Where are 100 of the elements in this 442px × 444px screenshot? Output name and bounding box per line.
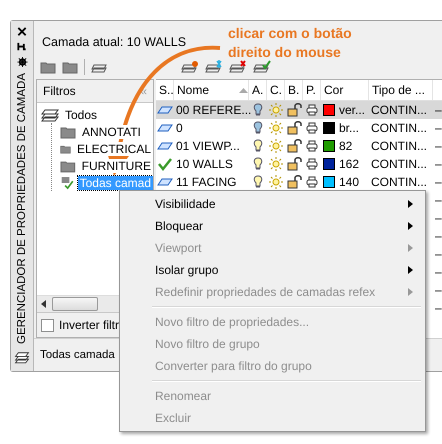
color-name: 140 (339, 175, 360, 189)
column-header[interactable]: Cor (321, 80, 369, 100)
delete-layer-icon[interactable] (229, 59, 247, 75)
layer-row[interactable]: 00 REFERE... ver... CONTIN... – (156, 101, 442, 119)
scroll-left-icon[interactable] (41, 300, 46, 308)
printer-icon[interactable] (306, 140, 318, 152)
sun-icon[interactable] (269, 157, 283, 171)
layer-row[interactable]: 11 FACING 140 CONTIN... – (156, 173, 442, 191)
printer-icon[interactable] (306, 104, 318, 116)
table-cell-text: – (434, 211, 442, 225)
annotation-text: clicar com o botão direito do mouse (228, 24, 353, 62)
linetype: CONTIN... (370, 139, 428, 153)
menu-item[interactable]: Bloquear (122, 215, 423, 237)
table-cell-text: – (434, 121, 442, 135)
sort-arrow-icon (239, 88, 248, 92)
unlocked-padlock-icon[interactable] (286, 139, 302, 153)
set-current-icon[interactable] (253, 59, 271, 75)
submenu-arrow-icon (408, 222, 413, 230)
linetype: CONTIN... (370, 121, 428, 135)
color-name: ver... (339, 103, 366, 117)
linetype: CONTIN... (370, 175, 428, 189)
color-swatch[interactable] (323, 176, 335, 188)
layer-name: 01 VIEWP... (175, 139, 241, 153)
sun-icon[interactable] (269, 103, 283, 117)
color-swatch[interactable] (323, 104, 335, 116)
menu-item[interactable]: Visibilidade (122, 193, 423, 215)
check-icon (157, 156, 173, 172)
linetype: CONTIN... (370, 157, 428, 171)
unlocked-padlock-icon[interactable] (286, 157, 302, 171)
new-filter-icon[interactable] (40, 60, 56, 74)
unlocked-padlock-icon[interactable] (286, 175, 302, 189)
bulb-icon[interactable] (253, 175, 263, 189)
folder-icon (60, 124, 76, 138)
close-icon[interactable] (17, 27, 27, 36)
unlocked-padlock-icon[interactable] (286, 121, 302, 135)
submenu-arrow-icon (408, 200, 413, 208)
printer-icon[interactable] (306, 158, 318, 170)
table-cell-text: – (434, 247, 442, 261)
table-cell-text: – (434, 139, 442, 153)
column-header[interactable]: Nome (174, 80, 249, 100)
layer-name: 00 REFERE... (175, 103, 249, 117)
layers-icon (14, 350, 30, 365)
color-name: br... (339, 121, 360, 135)
freeze-layer-icon[interactable] (205, 59, 223, 75)
tree-item[interactable]: ELECTRICAL (74, 142, 153, 156)
bulb-icon[interactable] (253, 103, 263, 117)
table-cell-text: – (434, 157, 442, 171)
menu-item[interactable]: Isolar grupo (122, 259, 423, 281)
sun-icon[interactable] (269, 175, 283, 189)
sun-icon[interactable] (269, 139, 283, 153)
layer-name: 11 FACING (175, 175, 238, 189)
bulb-icon[interactable] (253, 121, 263, 135)
settings-icon[interactable] (16, 57, 28, 68)
pin-icon[interactable] (17, 42, 27, 52)
layer-row[interactable]: 0 br... CONTIN... – (156, 119, 442, 137)
printer-icon[interactable] (306, 176, 318, 188)
color-name: 162 (339, 157, 360, 171)
submenu-arrow-icon (408, 266, 413, 274)
checkbox-label: Inverter filtr (59, 318, 120, 332)
color-swatch[interactable] (323, 140, 335, 152)
panel-title: GERENCIADOR DE PROPRIEDADES DE CAMADA (16, 73, 28, 344)
column-header[interactable]: C. (267, 80, 285, 100)
table-cell-text: – (434, 193, 442, 207)
column-header[interactable]: S.. (156, 80, 174, 100)
column-header[interactable]: A. (249, 80, 267, 100)
layer-row[interactable]: 01 VIEWP... 82 CONTIN... – (156, 137, 442, 155)
column-header[interactable]: Tipo de ... (369, 80, 433, 100)
column-header[interactable]: B. (285, 80, 303, 100)
folder-icon (60, 158, 76, 172)
unlocked-padlock-icon[interactable] (286, 103, 302, 117)
color-name: 82 (339, 139, 352, 153)
table-cell-text: – (434, 229, 442, 243)
new-layer-icon[interactable] (181, 59, 199, 75)
table-cell-text: – (434, 103, 442, 117)
current-layer-label: Camada atual: 10 WALLS (42, 35, 186, 51)
tree-item[interactable]: Todos (63, 108, 100, 122)
group-filter-icon[interactable] (62, 60, 78, 74)
tree-item[interactable]: FURNITURE (80, 158, 153, 172)
tree-item[interactable]: ANNOTATI (80, 124, 143, 138)
layer-row[interactable]: 10 WALLS 162 CONTIN... – (156, 155, 442, 173)
bulb-icon[interactable] (253, 139, 263, 153)
filter-check-icon (60, 174, 74, 190)
bulb-icon[interactable] (253, 157, 263, 171)
sun-icon[interactable] (269, 121, 283, 135)
submenu-arrow-icon (408, 288, 413, 296)
table-cell-text: – (434, 175, 442, 189)
layer-name: 10 WALLS (175, 157, 234, 171)
color-swatch[interactable] (323, 122, 335, 134)
layers-icon (41, 106, 59, 122)
linetype: CONTIN... (370, 103, 428, 117)
layer-name: 0 (175, 121, 184, 135)
printer-icon[interactable] (306, 122, 318, 134)
filters-header: Filtros (43, 84, 76, 98)
column-header[interactable]: P. (303, 80, 321, 100)
table-cell-text: – (434, 283, 442, 297)
color-swatch[interactable] (323, 158, 335, 170)
table-cell-text: – (434, 301, 442, 315)
invert-filter-checkbox[interactable] (41, 318, 54, 332)
submenu-arrow-icon (408, 244, 413, 252)
table-cell-text: – (434, 265, 442, 279)
